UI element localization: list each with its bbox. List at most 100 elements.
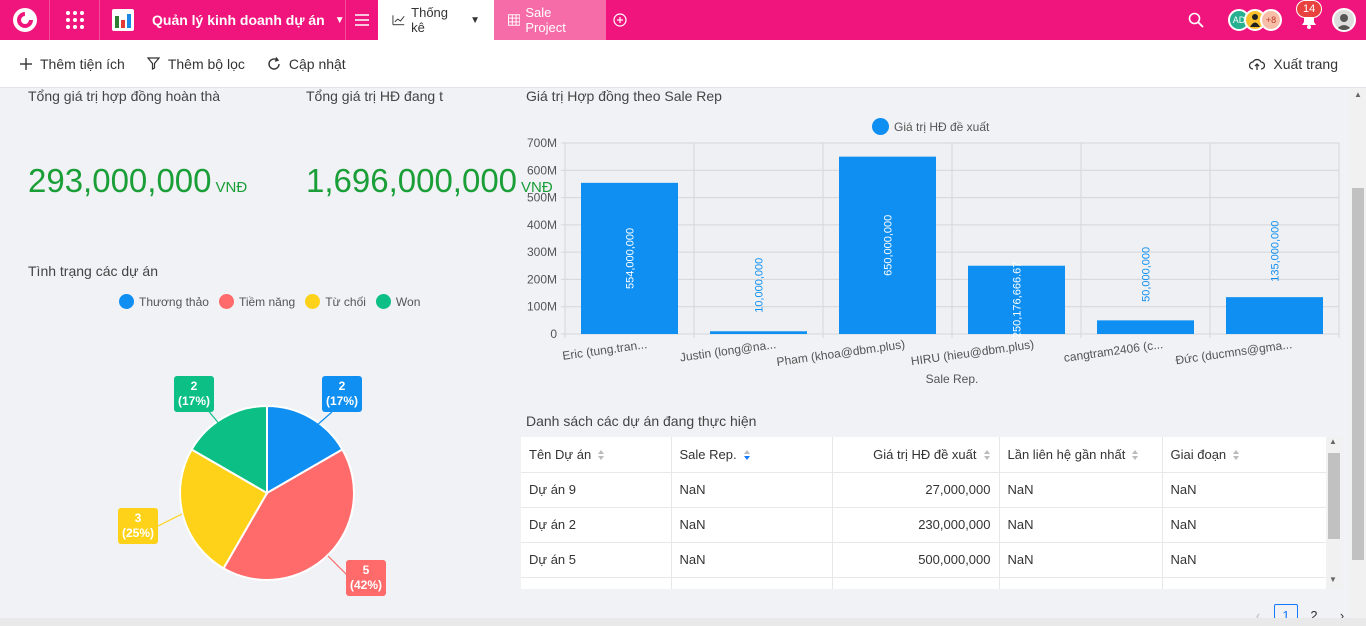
pie-data-label: 2(17%) (174, 376, 214, 412)
pie-legend: Thương thảo Tiềm năng Từ chối Won (119, 294, 430, 309)
refresh-label: Cập nhật (288, 55, 346, 72)
cell-project-name: Dự án 9 (521, 472, 672, 508)
notification-count-badge: 14 (1296, 0, 1323, 18)
tab-sale-project[interactable]: Sale Project (494, 0, 606, 40)
legend-item[interactable]: Thương thảo (119, 294, 209, 309)
page-scrollbar-thumb[interactable] (1352, 188, 1364, 560)
table-scrollbar[interactable]: ▲ ▼ (1326, 437, 1342, 589)
cell-sale-rep: NaN (671, 542, 833, 578)
table-scrollbar-thumb[interactable] (1328, 453, 1340, 539)
scroll-up-icon[interactable]: ▲ (1329, 437, 1337, 446)
search-button[interactable] (1188, 12, 1204, 28)
x-tick-label: Justin (long@na... (679, 337, 777, 364)
pie-widget-title: Tình trạng các dự án (28, 263, 158, 279)
users-group[interactable]: AD +8 (1228, 9, 1282, 31)
bar[interactable] (710, 331, 807, 334)
cell-sale-rep: NaN (671, 577, 833, 589)
legend-dot (218, 294, 234, 309)
legend-item[interactable]: Tiềm năng (218, 294, 295, 309)
pie-label-value: 3 (135, 511, 142, 525)
pie-label-leader (157, 513, 183, 527)
cell-contract-value: 500,000,000 (832, 542, 1000, 578)
y-tick-label: 200M (527, 272, 557, 286)
cell-sale-rep: NaN (671, 472, 833, 508)
cell-sale-rep: NaN (671, 507, 833, 543)
bar-value-label: 10,000,000 (754, 258, 766, 313)
y-tick-label: 700M (527, 136, 557, 150)
plus-circle-icon (613, 13, 627, 27)
horizontal-scrollbar[interactable] (0, 618, 1366, 626)
user-avatar-button[interactable] (1332, 8, 1356, 32)
chevron-down-icon: ▼ (470, 14, 480, 26)
scroll-down-icon[interactable]: ▼ (1329, 575, 1337, 584)
table-row[interactable]: Dự án 2 NaN 230,000,000 NaN NaN (521, 507, 1326, 543)
y-tick-label: 500M (527, 191, 557, 205)
legend-item[interactable]: Won (375, 294, 420, 309)
col-header-contract-value[interactable]: Giá trị HĐ đề xuất (832, 437, 1000, 473)
table-row[interactable]: Dự án 9 NaN 27,000,000 NaN NaN (521, 472, 1326, 508)
export-page-button[interactable]: Xuất trang (1249, 40, 1338, 88)
table-row[interactable]: Dự án 1 NaN 10,000,000 NaN NaN (521, 577, 1326, 589)
cell-stage: NaN (1162, 577, 1326, 589)
x-tick-label: cangtram2406 (c... (1063, 337, 1164, 365)
search-icon (1188, 12, 1204, 28)
x-tick-label: Pham (khoa@dbm.plus) (776, 337, 906, 369)
cell-last-contact: NaN (999, 542, 1163, 578)
topbar-right: AD +8 14 (1188, 0, 1366, 40)
add-tab-button[interactable] (606, 0, 634, 40)
bar-widget-title: Giá trị Hợp đồng theo Sale Rep (526, 88, 722, 104)
legend-dot (305, 294, 321, 309)
notifications-button[interactable]: 14 (1296, 0, 1323, 32)
legend-item[interactable]: Từ chối (305, 294, 366, 309)
pie-data-label: 3(25%) (118, 508, 158, 544)
refresh-button[interactable]: Cập nhật (267, 56, 346, 72)
kpi-completed-value: 293,000,000 VNĐ (28, 162, 248, 199)
bar-chart: 0 100M 200M 300M 400M 500M 600M 700M 554,000,000… (527, 136, 1340, 386)
cell-contract-value: 10,000,000 (832, 577, 1000, 589)
app-logo[interactable] (0, 0, 50, 40)
line-chart-icon (392, 15, 405, 26)
tab-thong-ke[interactable]: Thống kê ▼ (378, 0, 494, 40)
add-filter-button[interactable]: Thêm bộ lọc (146, 55, 245, 72)
col-header-sale-rep[interactable]: Sale Rep. (671, 437, 833, 473)
kpi-ongoing-value: 1,696,000,000 VNĐ (306, 162, 553, 199)
add-widget-label: Thêm tiện ích (40, 55, 125, 72)
menu-button[interactable] (346, 0, 378, 40)
x-tick-label: HIRU (hieu@dbm.plus) (910, 337, 1035, 368)
pie-label-leader (315, 411, 333, 427)
cell-project-name: Dự án 2 (521, 507, 672, 543)
app-selector[interactable]: Quản lý kinh doanh dự án ▼ (100, 0, 346, 40)
legend-dot (119, 294, 134, 309)
col-header-project-name[interactable]: Tên Dự án (521, 437, 672, 473)
y-tick-label: 400M (527, 218, 557, 232)
app-chart-icon (112, 9, 134, 31)
sort-icon (1132, 450, 1139, 461)
col-header-last-contact[interactable]: Lần liên hệ gần nhất (999, 437, 1163, 473)
cell-contract-value: 230,000,000 (832, 507, 1000, 543)
bar-value-label: 135,000,000 (1270, 221, 1282, 282)
apps-grid-button[interactable] (50, 0, 100, 40)
table-row[interactable]: Dự án 5 NaN 500,000,000 NaN NaN (521, 542, 1326, 578)
hamburger-icon (355, 14, 369, 26)
bar[interactable] (1226, 297, 1323, 334)
pie-data-label: 5(42%) (346, 560, 386, 596)
col-header-stage[interactable]: Giai đoạn (1162, 437, 1326, 473)
pie-label-value: 5 (363, 563, 370, 577)
pie-label-value: 2 (191, 379, 198, 393)
scroll-up-icon[interactable]: ▲ (1354, 90, 1362, 99)
legend-label: Từ chối (325, 294, 366, 309)
page-scrollbar[interactable]: ▲ (1350, 88, 1366, 618)
kpi-ongoing-title: Tổng giá trị HĐ đang t (306, 88, 443, 104)
add-widget-button[interactable]: Thêm tiện ích (20, 56, 125, 72)
pie-chart: 2(17%) 5(42%) 3(25%) 2(17%) (118, 376, 386, 596)
bar-value-label: 554,000,000 (625, 228, 637, 289)
x-axis-title: Sale Rep. (926, 372, 979, 386)
pie-data-label: 2(17%) (322, 376, 362, 412)
chevron-down-icon: ▼ (334, 14, 345, 26)
grid-icon (65, 11, 84, 29)
export-label: Xuất trang (1273, 56, 1338, 72)
bar[interactable] (1097, 320, 1194, 334)
user-avatar-icon (1336, 14, 1352, 30)
add-filter-label: Thêm bộ lọc (167, 55, 245, 72)
cell-project-name: Dự án 5 (521, 542, 672, 578)
